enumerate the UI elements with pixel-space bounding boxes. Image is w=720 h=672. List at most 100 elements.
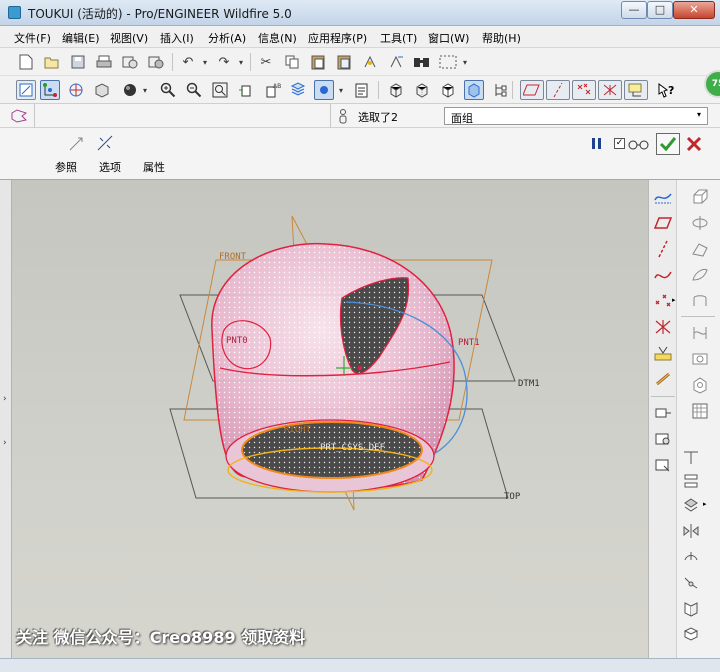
offset-icon[interactable]	[680, 598, 702, 620]
rib-icon[interactable]	[689, 400, 711, 422]
select-dropdown-icon[interactable]: ▾	[460, 52, 470, 72]
model-tree-icon[interactable]	[352, 80, 372, 100]
regenerate-icon[interactable]	[360, 52, 380, 72]
blend-icon[interactable]	[689, 264, 711, 286]
find-icon[interactable]	[412, 52, 432, 72]
no-hidden-icon[interactable]	[438, 80, 458, 100]
menu-info[interactable]: 信息(N)	[258, 30, 297, 46]
wireframe-icon[interactable]	[386, 80, 406, 100]
undo-icon[interactable]: ↶	[178, 52, 198, 72]
orient-mode-icon[interactable]	[66, 80, 86, 100]
merge-icon[interactable]	[680, 546, 702, 568]
new-file-icon[interactable]	[16, 52, 36, 72]
hole-icon[interactable]	[689, 348, 711, 370]
undo-dropdown-icon[interactable]: ▾	[200, 52, 210, 72]
flip-direction-icon[interactable]	[96, 134, 114, 155]
print-icon[interactable]	[94, 52, 114, 72]
extrude-icon[interactable]	[689, 186, 711, 208]
datum-curve-icon[interactable]	[652, 264, 674, 286]
open-file-icon[interactable]	[42, 52, 62, 72]
graphics-window[interactable]: FRONT PNT0 PNT1 DTM1 RIGHT PRT_CSYS_DEF …	[12, 180, 648, 658]
cancel-icon[interactable]	[684, 134, 704, 157]
repaint-icon[interactable]	[16, 80, 36, 100]
zoom-out-icon[interactable]	[184, 80, 204, 100]
copy-icon[interactable]	[282, 52, 302, 72]
annotation-toggle-icon[interactable]	[624, 80, 648, 100]
maximize-button[interactable]: □	[647, 1, 673, 19]
revolve-icon[interactable]	[689, 212, 711, 234]
menu-analysis[interactable]: 分析(A)	[208, 30, 246, 46]
thicken-icon[interactable]	[680, 624, 702, 646]
shading-dropdown-icon[interactable]: ▾	[140, 80, 150, 100]
preview-checkbox[interactable]: ✓	[614, 138, 625, 149]
refit-icon[interactable]	[210, 80, 230, 100]
select-box-icon[interactable]	[438, 52, 458, 72]
boundary-blend-icon[interactable]	[689, 290, 711, 312]
model-canvas[interactable]: FRONT PNT0 PNT1 DTM1 RIGHT PRT_CSYS_DEF …	[12, 180, 648, 658]
pause-icon[interactable]	[590, 136, 604, 155]
datum-plane-toggle-icon[interactable]	[520, 80, 544, 100]
shell-icon[interactable]	[689, 374, 711, 396]
chain-icon[interactable]	[652, 368, 674, 390]
reorient-icon[interactable]	[236, 80, 256, 100]
revolve-tool-icon[interactable]	[652, 428, 674, 450]
shading-icon[interactable]	[120, 80, 140, 100]
trim-plane-icon[interactable]	[68, 134, 86, 155]
redo-icon[interactable]: ↷	[214, 52, 234, 72]
shaded-icon[interactable]	[464, 80, 484, 100]
close-button[interactable]: ✕	[673, 1, 715, 19]
expand-arrow-icon[interactable]: ›	[3, 394, 7, 404]
datum-point-pnt0-mark[interactable]	[357, 365, 363, 371]
preview-glasses-icon[interactable]	[628, 137, 650, 154]
proe-app-icon[interactable]	[8, 6, 21, 19]
datum-axis-icon[interactable]	[652, 238, 674, 260]
saved-views-icon[interactable]: AB	[262, 80, 282, 100]
display-style-icon[interactable]	[314, 80, 334, 100]
layers-icon[interactable]	[288, 80, 308, 100]
sketch-icon[interactable]	[652, 186, 674, 208]
analysis-feature-icon[interactable]	[652, 342, 674, 364]
coordinate-system-icon[interactable]	[652, 316, 674, 338]
expand-arrow-icon-2[interactable]: ›	[3, 438, 7, 448]
cut-icon[interactable]: ✂	[256, 52, 276, 72]
hidden-line-icon[interactable]	[412, 80, 432, 100]
display-dropdown-icon[interactable]: ▾	[336, 80, 346, 100]
regenerate-manager-icon[interactable]	[386, 52, 406, 72]
redo-dropdown-icon[interactable]: ▾	[236, 52, 246, 72]
tab-properties[interactable]: 属性	[143, 159, 165, 175]
minimize-button[interactable]: —	[621, 1, 647, 19]
menu-applications[interactable]: 应用程序(P)	[308, 30, 367, 46]
chevron-down-icon[interactable]: ▾	[697, 110, 701, 119]
sweep-tool-icon[interactable]	[652, 454, 674, 476]
pattern-icon[interactable]	[680, 494, 702, 516]
menu-help[interactable]: 帮助(H)	[482, 30, 521, 46]
paste-special-icon[interactable]	[334, 52, 354, 72]
datum-plane-icon[interactable]	[652, 212, 674, 234]
tab-options[interactable]: 选项	[99, 159, 121, 175]
extrude-tool-icon[interactable]	[652, 402, 674, 424]
mirror-icon[interactable]	[680, 520, 702, 542]
tab-references[interactable]: 参照	[55, 159, 77, 175]
menu-insert[interactable]: 插入(I)	[160, 30, 194, 46]
variable-sweep-icon[interactable]	[689, 238, 711, 260]
save-copy-icon[interactable]	[120, 52, 140, 72]
save-icon[interactable]	[68, 52, 88, 72]
menu-window[interactable]: 窗口(W)	[428, 30, 469, 46]
draft-icon[interactable]	[680, 446, 702, 468]
trim-icon[interactable]	[680, 572, 702, 594]
backup-icon[interactable]	[146, 52, 166, 72]
spin-center-icon[interactable]	[40, 80, 60, 100]
style-icon[interactable]	[689, 322, 711, 344]
datum-point-toggle-icon[interactable]	[572, 80, 596, 100]
context-help-icon[interactable]: ?	[656, 80, 676, 100]
tree-structure-icon[interactable]	[490, 80, 510, 100]
zoom-in-icon[interactable]	[158, 80, 178, 100]
pattern-flyout-arrow-icon[interactable]: ▸	[703, 500, 707, 508]
menu-edit[interactable]: 编辑(E)	[62, 30, 100, 46]
ok-button[interactable]	[656, 133, 680, 155]
datum-point-icon[interactable]	[652, 290, 674, 312]
coord-sys-toggle-icon[interactable]	[598, 80, 622, 100]
filter-select[interactable]: 面组 ▾	[444, 107, 708, 125]
view-manager-icon[interactable]	[92, 80, 112, 100]
menu-view[interactable]: 视图(V)	[110, 30, 148, 46]
